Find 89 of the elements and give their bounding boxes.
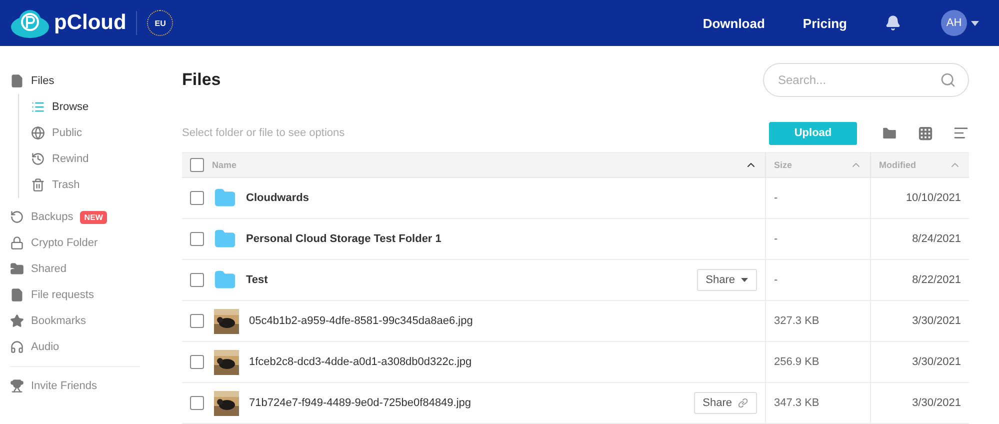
sidebar-label: Invite Friends xyxy=(31,380,98,392)
share-button[interactable]: Share xyxy=(694,392,757,414)
globe-icon xyxy=(31,126,45,140)
sort-icon[interactable] xyxy=(953,125,969,141)
shared-folder-icon xyxy=(10,262,24,276)
trash-icon xyxy=(31,178,45,192)
sidebar-label: Backups xyxy=(31,211,74,223)
trophy-icon xyxy=(10,379,24,393)
modified-cell: 3/30/2021 xyxy=(870,301,969,342)
folder-icon xyxy=(214,228,236,250)
column-header[interactable]: Name xyxy=(182,152,765,178)
file-name[interactable]: 05c4b1b2-a959-4dfe-8581-99c345da8ae6.jpg xyxy=(249,315,757,327)
avatar[interactable]: AH xyxy=(941,10,967,36)
sidebar-label: Rewind xyxy=(52,153,89,165)
sidebar-item[interactable]: Audio xyxy=(10,334,150,360)
caret-icon xyxy=(741,278,748,282)
file-name[interactable]: Test xyxy=(246,274,687,286)
sidebar-label: Crypto Folder xyxy=(31,237,98,249)
page-title: Files xyxy=(182,70,221,90)
file-name[interactable]: 1fceb2c8-dcd3-4dde-a0d1-a308db0d322c.jpg xyxy=(249,356,757,368)
modified-cell: 8/22/2021 xyxy=(870,260,969,301)
file-name[interactable]: Personal Cloud Storage Test Folder 1 xyxy=(246,233,757,245)
backup-icon xyxy=(10,210,24,224)
sidebar-label: Public xyxy=(52,127,82,139)
sidebar-item[interactable]: Backups NEW xyxy=(10,204,150,230)
column-label: Size xyxy=(774,160,794,170)
sidebar-label: Bookmarks xyxy=(31,315,86,327)
size-cell: 347.3 KB xyxy=(765,383,870,424)
size-cell: 256.9 KB xyxy=(765,342,870,383)
sidebar-label: Trash xyxy=(52,179,80,191)
row-checkbox[interactable] xyxy=(190,396,204,410)
folder-icon xyxy=(214,187,236,209)
grid-view-icon[interactable] xyxy=(918,126,933,140)
modified-cell: 8/24/2021 xyxy=(870,219,969,260)
sidebar-item[interactable]: File requests xyxy=(10,282,150,308)
region-badge: EU xyxy=(147,10,174,36)
sidebar-subitem[interactable]: Browse xyxy=(19,94,150,120)
nav-link[interactable]: Download xyxy=(702,16,765,30)
notification-bell-icon[interactable] xyxy=(885,15,901,31)
headphones-icon xyxy=(10,340,24,354)
sidebar-label: Shared xyxy=(31,263,66,275)
modified-cell: 10/10/2021 xyxy=(870,178,969,219)
lock-icon xyxy=(10,236,24,250)
brand-name: pCloud xyxy=(54,11,126,35)
column-header[interactable]: Size xyxy=(765,152,870,178)
file-name[interactable]: Cloudwards xyxy=(246,192,757,204)
sidebar-label: Browse xyxy=(52,101,89,113)
cloud-logo-icon xyxy=(10,7,50,39)
modified-cell: 3/30/2021 xyxy=(870,383,969,424)
sidebar-subitem[interactable]: Public xyxy=(19,120,150,146)
size-cell: 327.3 KB xyxy=(765,301,870,342)
select-all-checkbox[interactable] xyxy=(190,158,204,172)
sidebar-item[interactable]: Crypto Folder xyxy=(10,230,150,256)
search-icon[interactable] xyxy=(940,72,956,88)
sidebar-item[interactable]: Invite Friends xyxy=(10,373,150,399)
row-checkbox[interactable] xyxy=(190,314,204,328)
row-checkbox[interactable] xyxy=(190,232,204,246)
hint-text: Select folder or file to see options xyxy=(182,127,346,139)
sidebar-item[interactable]: Files xyxy=(10,68,150,94)
sidebar-subitem[interactable]: Trash xyxy=(19,172,150,198)
column-label: Name xyxy=(212,160,238,170)
upload-button[interactable]: Upload xyxy=(769,122,857,144)
sidebar-item[interactable]: Shared xyxy=(10,256,150,282)
sidebar-label: Audio xyxy=(31,341,60,353)
file-icon xyxy=(10,74,24,88)
search-field[interactable]: Search... xyxy=(763,63,969,97)
sidebar-item[interactable]: Bookmarks xyxy=(10,308,150,334)
sidebar-label: Files xyxy=(31,75,54,87)
nav-link[interactable]: Pricing xyxy=(802,16,847,30)
share-button[interactable]: Share xyxy=(696,269,757,291)
row-checkbox[interactable] xyxy=(190,355,204,369)
size-cell: - xyxy=(765,260,870,301)
column-header[interactable]: Modified xyxy=(870,152,969,178)
modified-cell: 3/30/2021 xyxy=(870,342,969,383)
link-icon xyxy=(738,398,748,408)
size-cell: - xyxy=(765,219,870,260)
sidebar-subitem[interactable]: Rewind xyxy=(19,146,150,172)
column-label: Modified xyxy=(879,160,917,170)
list-icon xyxy=(31,100,45,114)
folder-icon xyxy=(214,269,236,291)
sidebar-label: File requests xyxy=(31,289,94,301)
star-icon xyxy=(10,314,24,328)
size-cell: - xyxy=(765,178,870,219)
file-name[interactable]: 71b724e7-f949-4489-9e0d-725be0f84849.jpg xyxy=(249,397,684,409)
new-badge: NEW xyxy=(80,210,107,224)
row-checkbox[interactable] xyxy=(190,273,204,287)
row-checkbox[interactable] xyxy=(190,191,204,205)
caret-icon[interactable] xyxy=(971,20,979,26)
history-icon xyxy=(31,152,45,166)
